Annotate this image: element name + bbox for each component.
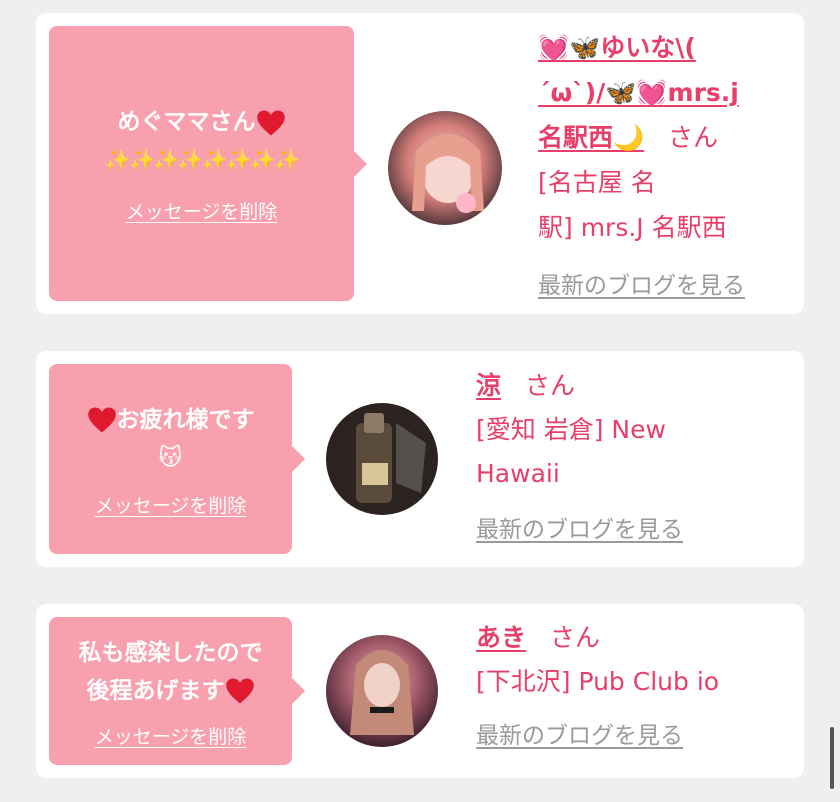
message-card-3: 私も感染したので 後程あげます メッセージを削除 あき さん [下北沢] Pub …	[36, 604, 804, 778]
shop-text: [愛知 岩倉] New	[476, 415, 666, 444]
message-bubble: 私も感染したので 後程あげます メッセージを削除	[49, 617, 305, 765]
latest-blog-link[interactable]: 最新のブログを見る	[476, 714, 786, 758]
latest-blog-link[interactable]: 最新のブログを見る	[538, 264, 798, 309]
delete-message-link[interactable]: メッセージを削除	[95, 491, 247, 518]
kissing-cat-icon: 😽	[158, 444, 183, 471]
message-card-1: めぐママさん ✨✨✨✨✨✨✨✨ メッセージを削除 💓🦋ゆいな\( ´ω`)/🦋💓…	[36, 13, 804, 314]
sender-info: あき さん [下北沢] Pub Club io 最新のブログを見る	[476, 616, 786, 758]
avatar-photo	[326, 403, 438, 515]
heart-icon	[256, 110, 285, 135]
honorific: さん	[525, 371, 576, 400]
sender-name-link[interactable]: 涼	[476, 371, 501, 400]
avatar[interactable]	[388, 111, 502, 225]
message-card-2: お疲れ様です 😽 メッセージを削除 涼さん [愛知 岩倉] New Hawaii…	[36, 351, 804, 567]
message-text: めぐママさん	[118, 103, 286, 141]
latest-blog-link[interactable]: 最新のブログを見る	[476, 508, 776, 552]
heart-icon	[225, 678, 254, 704]
avatar[interactable]	[326, 403, 438, 515]
message-bubble: めぐママさん ✨✨✨✨✨✨✨✨ メッセージを削除	[49, 26, 367, 301]
avatar[interactable]	[326, 635, 438, 747]
message-text-2: 後程あげます	[87, 672, 255, 710]
avatar-photo	[326, 635, 438, 747]
delete-message-link[interactable]: メッセージを削除	[126, 197, 278, 224]
avatar-photo	[388, 111, 502, 225]
honorific: さん	[550, 623, 601, 652]
shop-text-2: Hawaii	[476, 459, 560, 488]
shop-text-2: 駅] mrs.J 名駅西	[538, 213, 727, 242]
shop-text: [名古屋 名	[538, 168, 656, 197]
sender-info: 涼さん [愛知 岩倉] New Hawaii 最新のブログを見る	[476, 364, 776, 552]
sender-name-link[interactable]: あき	[476, 623, 526, 652]
shop-text: [下北沢] Pub Club io	[476, 667, 720, 696]
message-text: お疲れ様です	[87, 401, 255, 439]
honorific: さん	[668, 123, 719, 152]
message-text: 私も感染したので	[78, 639, 263, 666]
message-bubble: お疲れ様です 😽 メッセージを削除	[49, 364, 305, 554]
heart-icon	[87, 407, 116, 433]
scrollbar[interactable]	[830, 727, 834, 789]
sender-info: 💓🦋ゆいな\( ´ω`)/🦋💓mrs.j 名駅西🌙 さん [名古屋 名 駅] mr…	[538, 25, 798, 309]
delete-message-link[interactable]: メッセージを削除	[95, 722, 247, 749]
sparkles-line: ✨✨✨✨✨✨✨✨	[104, 148, 300, 172]
